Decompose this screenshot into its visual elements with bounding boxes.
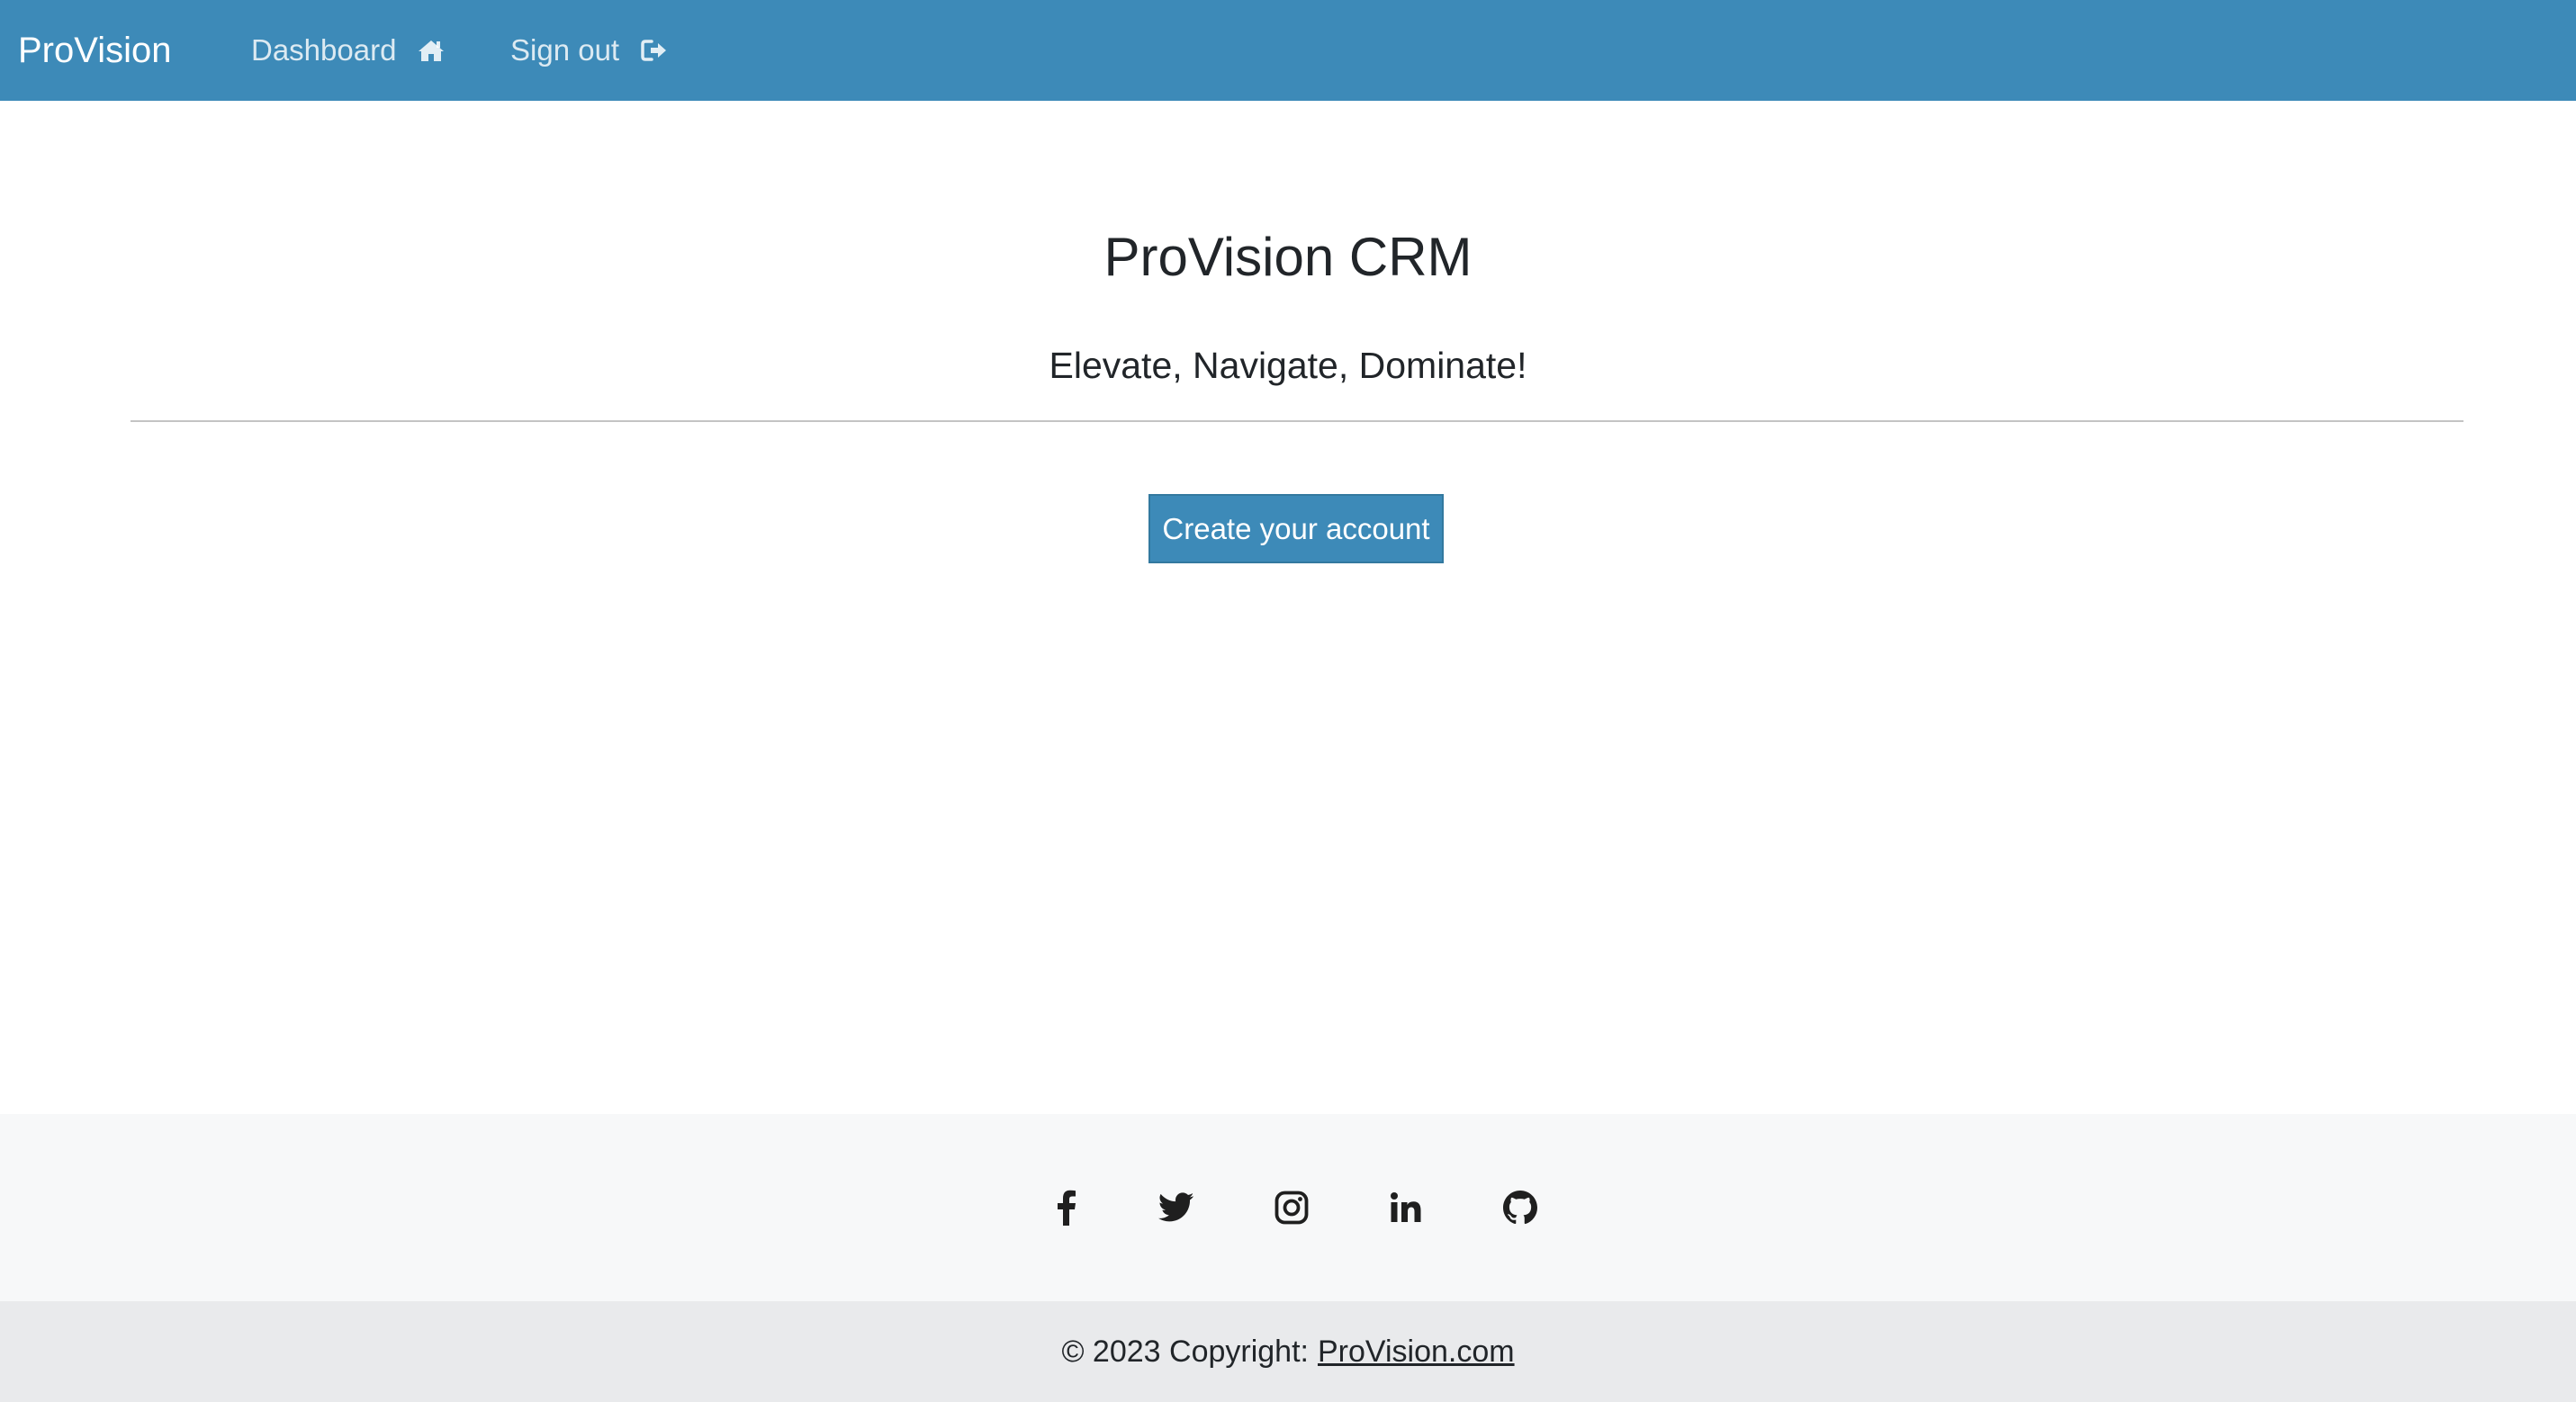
nav-dashboard-label: Dashboard	[251, 33, 397, 67]
sign-out-icon	[641, 39, 668, 62]
instagram-icon[interactable]	[1270, 1186, 1313, 1229]
linkedin-icon[interactable]	[1384, 1186, 1428, 1229]
hero-divider	[131, 420, 2463, 422]
copyright-link[interactable]: ProVision.com	[1318, 1335, 1515, 1370]
nav-dashboard-link[interactable]: Dashboard	[251, 0, 445, 101]
hero-title: ProVision CRM	[1103, 227, 1473, 287]
facebook-icon[interactable]	[1045, 1186, 1088, 1229]
twitter-icon[interactable]	[1155, 1186, 1198, 1229]
copyright-text: © 2023 Copyright:	[1061, 1334, 1309, 1369]
page: ProVision Dashboard Sign out ProVision C…	[0, 0, 2576, 1402]
nav-signout-label: Sign out	[510, 33, 620, 67]
hero-tagline: Elevate, Navigate, Dominate!	[1049, 345, 1527, 386]
create-account-button[interactable]: Create your account	[1148, 494, 1444, 563]
top-navbar: ProVision Dashboard Sign out	[0, 0, 2576, 101]
home-icon	[418, 39, 445, 62]
brand-link[interactable]: ProVision	[18, 0, 171, 101]
nav-signout-link[interactable]: Sign out	[510, 0, 668, 101]
footer-copyright: © 2023 Copyright: ProVision.com	[0, 1301, 2576, 1402]
github-icon[interactable]	[1499, 1186, 1542, 1229]
